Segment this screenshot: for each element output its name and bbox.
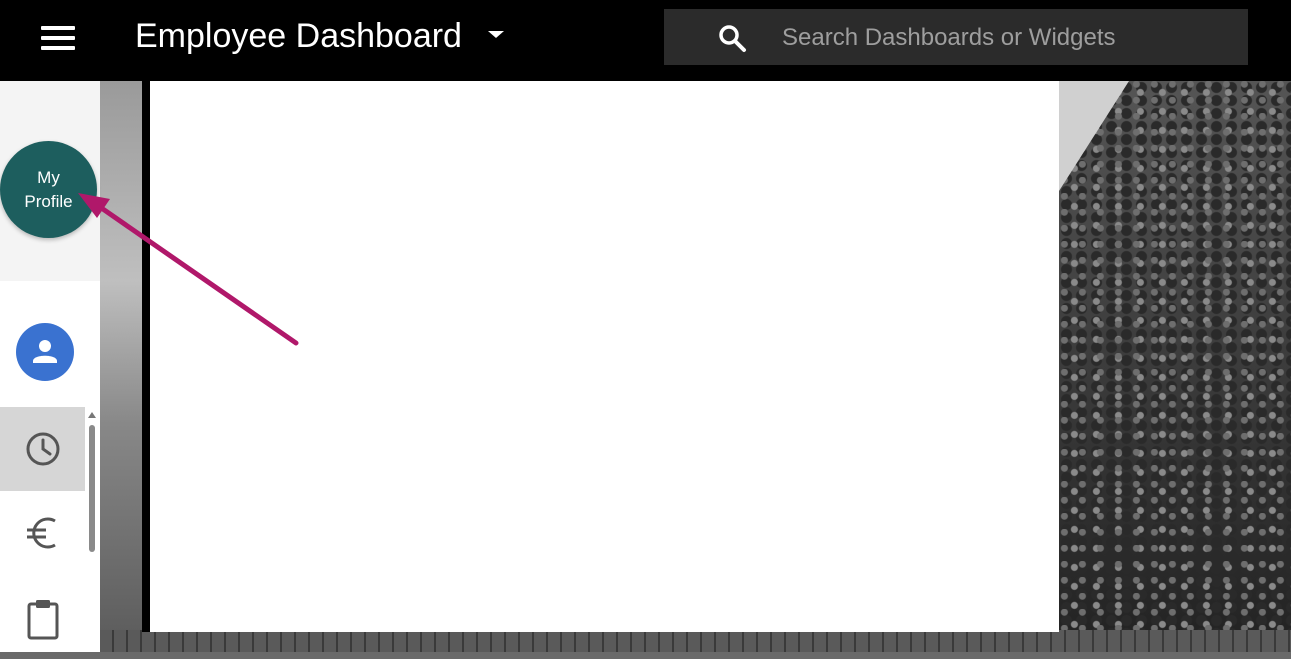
top-app-bar: Employee Dashboard [0,0,1291,81]
scroll-up-arrow[interactable] [88,412,96,418]
search-input[interactable] [782,20,1222,56]
main-content-panel [150,81,1059,632]
sidebar-item-tasks[interactable] [0,575,85,659]
sidebar-scrollbar[interactable] [87,409,97,652]
person-icon [33,340,57,363]
profile-button-line1: My [37,167,60,187]
scroll-thumb[interactable] [89,425,95,552]
caret-down-icon[interactable] [488,31,504,38]
dashboard-title[interactable]: Employee Dashboard [135,14,462,58]
profile-section: My Profile [0,81,100,281]
search-icon[interactable] [716,22,748,54]
sidebar: My Profile [0,81,100,652]
euro-icon [27,517,56,549]
sidebar-item-payroll[interactable] [0,491,85,575]
user-avatar[interactable] [16,323,74,381]
hamburger-menu-icon[interactable] [38,24,78,52]
clock-icon [26,432,60,466]
background-wall [100,630,1291,652]
clipboard-icon [27,600,59,640]
my-profile-button[interactable]: My Profile [0,141,97,238]
profile-button-line2: Profile [24,191,73,211]
panel-edge [142,81,150,632]
background-roof [1059,81,1129,191]
sidebar-item-time[interactable] [0,407,85,491]
